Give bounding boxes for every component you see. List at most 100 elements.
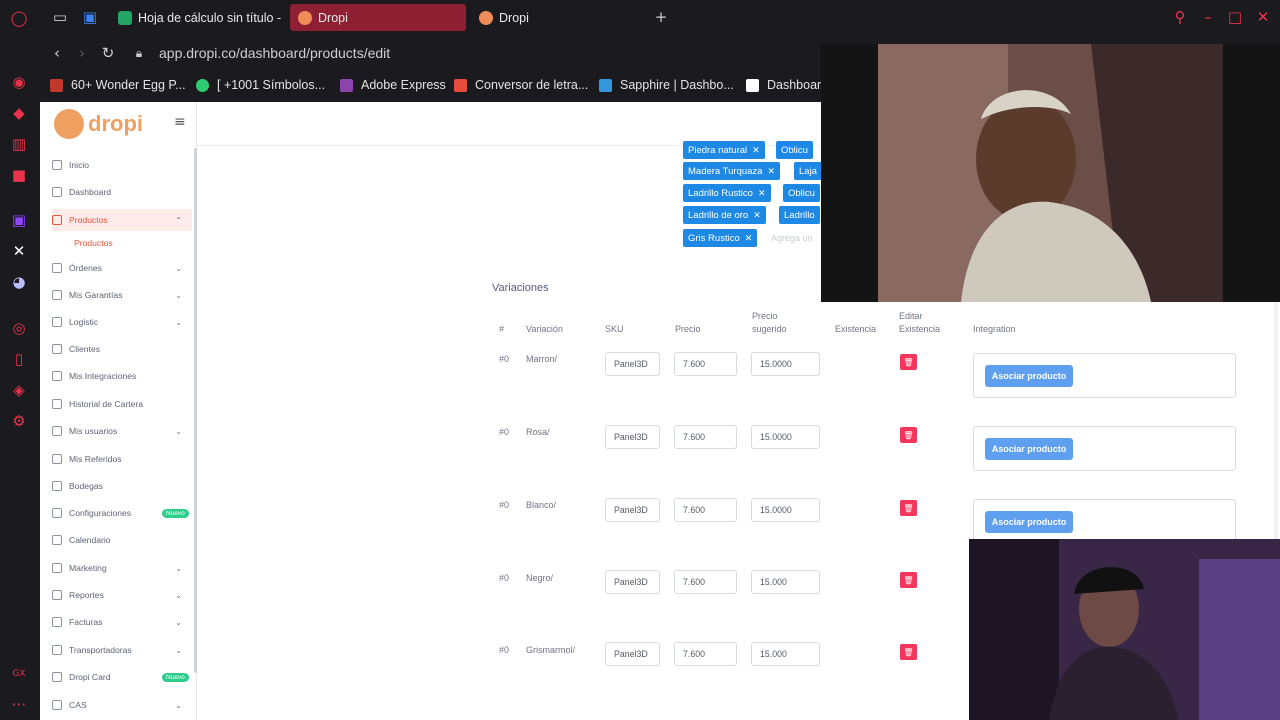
tab-sheets[interactable]: Hoja de cálculo sin título - — [110, 4, 286, 31]
minimize-icon[interactable]: – — [1198, 7, 1218, 27]
x-icon[interactable]: ✕ — [9, 241, 29, 261]
nav-dropi-card[interactable]: Dropi Card Nuevo — [52, 666, 192, 688]
nav-referidos[interactable]: Mis Referidos — [52, 448, 192, 470]
tag-chip[interactable]: Ladrillo de oro ✕ — [683, 206, 766, 224]
cleaner-icon[interactable]: ▥ — [9, 134, 29, 154]
bookmark-item[interactable]: Dashboard — [746, 78, 828, 92]
nav-ordenes[interactable]: Órdenes ⌄ — [52, 257, 192, 279]
trash-icon[interactable]: 🗑︎ — [900, 572, 917, 588]
maximize-icon[interactable]: □ — [1225, 7, 1245, 27]
extensions-icon[interactable]: ◈ — [9, 380, 29, 400]
suggested-price-input[interactable]: 15.0000 — [751, 425, 820, 449]
sheets-icon — [118, 10, 132, 25]
nav-usuarios[interactable]: Mis usuarios ⌄ — [52, 420, 192, 442]
trash-icon[interactable]: 🗑︎ — [900, 354, 917, 370]
sidebar-scrollbar[interactable] — [194, 148, 197, 673]
nav-inicio[interactable]: Inicio — [52, 154, 192, 176]
nav-productos[interactable]: Productos ⌃ — [52, 209, 192, 231]
price-input[interactable]: 7.600 — [674, 570, 737, 594]
nav-integraciones[interactable]: Mis Integraciones — [52, 365, 192, 387]
nav-clientes[interactable]: Clientes — [52, 338, 192, 360]
suggested-price-input[interactable]: 15.0000 — [751, 498, 820, 522]
associate-product-button[interactable]: Asociar producto — [985, 511, 1073, 533]
sku-input[interactable]: Panel3D — [605, 642, 660, 666]
tag-chip[interactable]: Laja — [794, 162, 822, 180]
close-icon[interactable]: ✕ — [1253, 7, 1273, 27]
bookmark-item[interactable]: Conversor de letra... — [454, 78, 588, 92]
tag-chip[interactable]: Ladrillo Rustico ✕ — [683, 184, 771, 202]
associate-product-button[interactable]: Asociar producto — [985, 365, 1073, 387]
price-input[interactable]: 7.600 — [674, 642, 737, 666]
nav-calendario[interactable]: Calendario — [52, 529, 192, 551]
nav-historial[interactable]: Historial de Cartera — [52, 393, 192, 415]
tab-bar: ▭ ▣ Hoja de cálculo sin título - Dropi D… — [38, 0, 1280, 34]
nav-dashboard[interactable]: Dashboard — [52, 181, 192, 203]
bookmark-item[interactable]: 60+ Wonder Egg P... — [50, 78, 186, 92]
trash-icon[interactable]: 🗑︎ — [900, 500, 917, 516]
close-icon[interactable]: ✕ — [752, 145, 760, 156]
nav-label: Mis Integraciones — [69, 371, 137, 381]
reload-icon[interactable]: ↻ — [98, 43, 118, 63]
close-icon[interactable]: ✕ — [745, 233, 753, 244]
back-icon[interactable]: ‹ — [47, 43, 67, 63]
wallet-icon[interactable]: ■ — [9, 165, 29, 185]
nav-marketing[interactable]: Marketing ⌄ — [52, 557, 192, 579]
sku-input[interactable]: Panel3D — [605, 570, 660, 594]
tag-chip[interactable]: Piedra natural ✕ — [683, 141, 765, 159]
sku-input[interactable]: Panel3D — [605, 425, 660, 449]
close-icon[interactable]: ✕ — [753, 210, 761, 221]
nav-transportadoras[interactable]: Transportadoras ⌄ — [52, 639, 192, 661]
tag-chip[interactable]: Oblicu — [776, 141, 813, 159]
bookmark-item[interactable]: [ +1001 Símbolos... — [196, 78, 325, 92]
settings-icon[interactable]: ⚙ — [9, 411, 29, 431]
tab-overview-icon[interactable]: ▭ — [50, 7, 70, 27]
gx-control-icon[interactable]: ◆ — [9, 103, 29, 123]
bookmark-icon — [50, 78, 63, 92]
chevron-down-icon: ⌄ — [175, 700, 182, 710]
speed-dial-icon[interactable]: ◉ — [9, 72, 29, 92]
sku-input[interactable]: Panel3D — [605, 352, 660, 376]
nav-bodegas[interactable]: Bodegas — [52, 475, 192, 497]
twitch-icon[interactable]: ▣ — [9, 210, 29, 230]
close-icon[interactable]: ✕ — [767, 166, 775, 177]
tag-chip[interactable]: Gris Rustico ✕ — [683, 229, 758, 247]
url-field[interactable]: app.dropi.co/dashboard/products/edit — [159, 45, 390, 61]
price-input[interactable]: 7.600 — [674, 352, 737, 376]
nav-garantias[interactable]: Mis Garantías ⌄ — [52, 284, 192, 306]
suggested-price-input[interactable]: 15.000 — [751, 570, 820, 594]
new-tab-icon[interactable]: + — [651, 7, 671, 27]
associate-product-button[interactable]: Asociar producto — [985, 438, 1073, 460]
suggested-price-input[interactable]: 15.000 — [751, 642, 820, 666]
more-icon[interactable]: ⋯ — [9, 694, 29, 714]
nav-configuraciones[interactable]: Configuraciones Nuevo — [52, 502, 192, 524]
player-icon[interactable]: ◎ — [9, 318, 29, 338]
price-input[interactable]: 7.600 — [674, 425, 737, 449]
tag-chip[interactable]: Ladrillo — [779, 206, 820, 224]
nav-productos-sub[interactable]: Productos — [52, 232, 192, 254]
trello-icon[interactable]: ▣ — [80, 7, 100, 27]
opera-logo-icon[interactable]: ◯ — [9, 8, 29, 28]
nav-logistic[interactable]: Logistic ⌄ — [52, 311, 192, 333]
dropi-logo[interactable]: dropi — [54, 109, 143, 139]
forward-icon[interactable]: › — [72, 43, 92, 63]
sku-input[interactable]: Panel3D — [605, 498, 660, 522]
menu-toggle-icon[interactable]: ≡ — [174, 114, 186, 130]
bookmark-item[interactable]: Sapphire | Dashbo... — [599, 78, 734, 92]
tag-chip[interactable]: Oblicu — [783, 184, 820, 202]
tag-chip[interactable]: Madera Turquaza ✕ — [683, 162, 781, 180]
price-input[interactable]: 7.600 — [674, 498, 737, 522]
suggested-price-input[interactable]: 15.0000 — [751, 352, 820, 376]
nav-cas[interactable]: CAS ⌄ — [52, 694, 192, 716]
history-icon[interactable]: ▯ — [9, 349, 29, 369]
tab-dropi-active[interactable]: Dropi — [290, 4, 466, 31]
trash-icon[interactable]: 🗑︎ — [900, 644, 917, 660]
nav-facturas[interactable]: Facturas ⌄ — [52, 611, 192, 633]
tag-input[interactable]: Agrega un — [771, 233, 813, 243]
tab-dropi[interactable]: Dropi — [471, 4, 647, 31]
discord-icon[interactable]: ◕ — [9, 272, 29, 292]
close-icon[interactable]: ✕ — [758, 188, 766, 199]
trash-icon[interactable]: 🗑︎ — [900, 427, 917, 443]
nav-reportes[interactable]: Reportes ⌄ — [52, 584, 192, 606]
bookmark-item[interactable]: Adobe Express — [340, 78, 446, 92]
search-icon[interactable]: ⚲ — [1170, 7, 1190, 27]
